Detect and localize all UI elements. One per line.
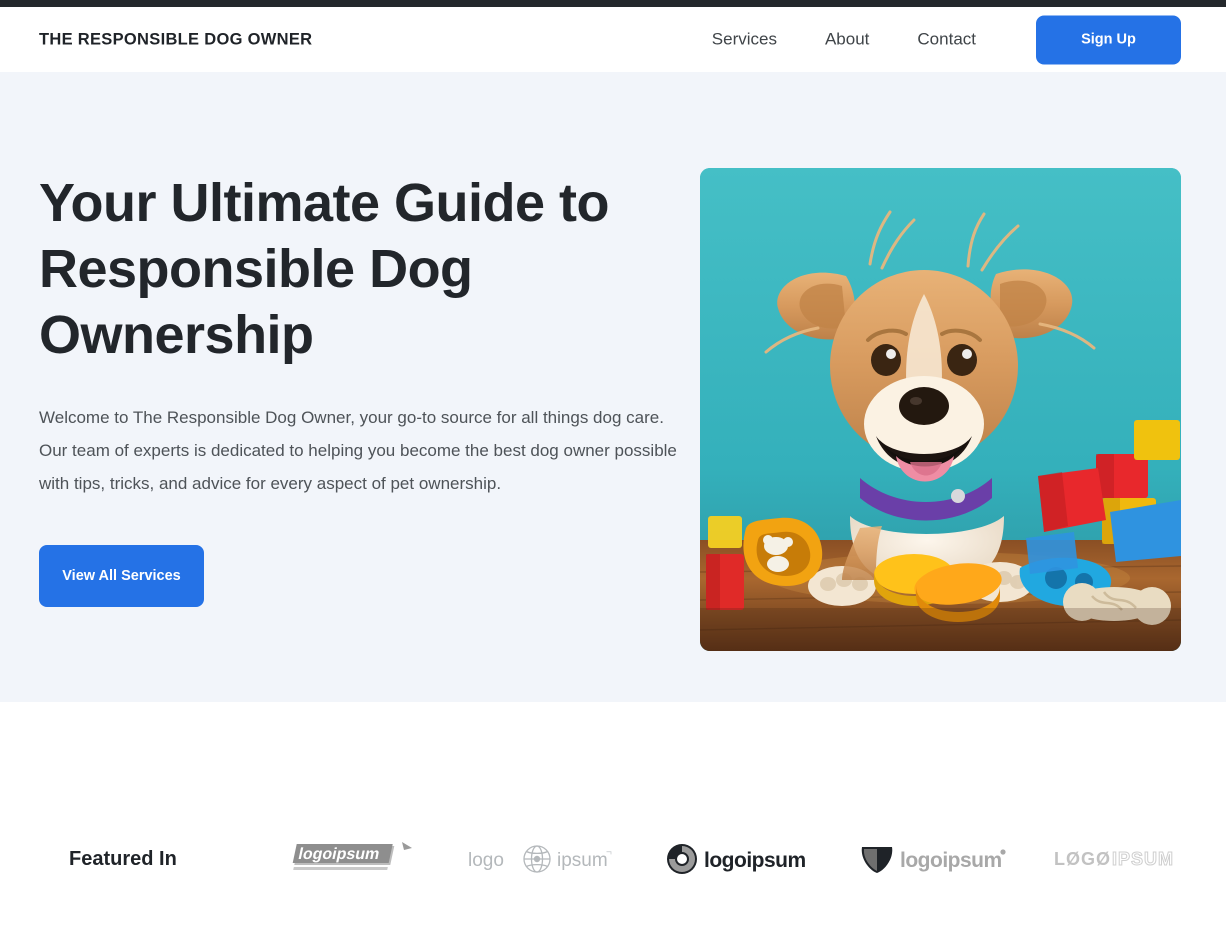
site-logo-text[interactable]: THE RESPONSIBLE DOG OWNER	[39, 30, 312, 49]
circle-mark-icon: logoipsum	[666, 844, 806, 874]
hero-paragraph: Welcome to The Responsible Dog Owner, yo…	[39, 408, 677, 493]
featured-logos-row: Featured In logoipsum logo ipsum ¬ logoi…	[0, 837, 1226, 881]
logo-item-logoipsum-circle-mark: logoipsum	[640, 837, 835, 881]
logo-text-5a: LØGØ	[1054, 849, 1111, 869]
hero-heading: Your Ultimate Guide to Responsible Dog O…	[39, 173, 610, 365]
hero-image	[700, 168, 1181, 651]
triangle-mark-icon: logoipsum	[861, 847, 1006, 873]
featured-in-label: Featured In	[69, 847, 177, 870]
hero-text-block: Your Ultimate Guide to Responsible Dog O…	[39, 170, 689, 607]
logo-text-2b: ipsum	[557, 850, 608, 871]
hero-dog-illustration	[700, 168, 1181, 651]
logo-list: logoipsum logo ipsum ¬ logoipsum logoips…	[250, 837, 1226, 881]
logo-item-logoipsum-outline-caps: LØGØ IPSUM	[1031, 837, 1226, 881]
sign-up-button[interactable]: Sign Up	[1036, 15, 1181, 64]
logo-text-5b: IPSUM	[1112, 849, 1174, 869]
hero-section: Your Ultimate Guide to Responsible Dog O…	[0, 72, 1226, 702]
site-header: THE RESPONSIBLE DOG OWNER Services About…	[0, 7, 1226, 72]
nav-item-contact[interactable]: Contact	[893, 30, 1000, 50]
main-navigation: Services About Contact Sign Up	[688, 15, 1181, 64]
logoipsum-italic-3d-icon: logoipsum	[292, 842, 412, 870]
outline-caps-icon: LØGØ IPSUM	[1054, 849, 1174, 870]
globe-icon: logo ipsum ¬	[468, 845, 612, 873]
logo-text-3: logoipsum	[704, 849, 806, 872]
page-root: THE RESPONSIBLE DOG OWNER Services About…	[0, 0, 1226, 926]
view-all-services-button[interactable]: View All Services	[39, 545, 204, 607]
svg-text:¬: ¬	[606, 847, 612, 858]
logo-item-logoipsum-triangle-mark: logoipsum	[836, 837, 1031, 881]
logo-item-logo-globe-ipsum: logo ipsum ¬	[445, 837, 640, 881]
logo-item-logoipsum-italic-3d: logoipsum	[250, 837, 445, 881]
logo-text-2a: logo	[468, 850, 504, 871]
nav-item-about[interactable]: About	[801, 30, 893, 50]
top-accent-bar	[0, 0, 1226, 7]
logo-text-1: logoipsum	[296, 845, 381, 863]
nav-item-services[interactable]: Services	[688, 30, 801, 50]
featured-in-section: Featured In logoipsum logo ipsum ¬ logoi…	[0, 702, 1226, 926]
logo-text-4: logoipsum	[900, 849, 1002, 872]
